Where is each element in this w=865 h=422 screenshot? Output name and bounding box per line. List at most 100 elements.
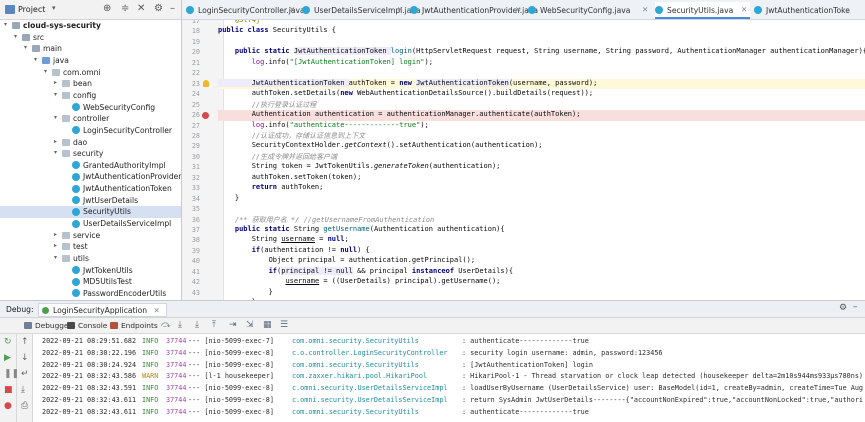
code-line[interactable]: authToken.setToken(token); bbox=[218, 173, 865, 184]
editor-tab[interactable]: WebSecurityConfig.java ✕ bbox=[528, 2, 651, 19]
editor-tab[interactable]: JwtAuthenticationToke bbox=[754, 2, 865, 19]
run-config-tab[interactable]: LoginSecurityApplication ✕ bbox=[38, 303, 167, 317]
tree-item[interactable]: JwtTokenUtils bbox=[0, 265, 181, 277]
tree-item[interactable]: LoginSecurityController bbox=[0, 125, 181, 137]
code-line[interactable]: log.info("authenticate-------------true"… bbox=[218, 121, 865, 132]
print-icon[interactable]: ⎙ bbox=[21, 401, 28, 411]
code-line[interactable]: Object principal = authentication.getPri… bbox=[218, 256, 865, 267]
minimize-icon[interactable]: – bbox=[170, 3, 175, 14]
stop-icon[interactable]: ■ bbox=[4, 385, 13, 395]
code-line[interactable]: Authentication authentication = authenti… bbox=[218, 110, 865, 121]
code-line[interactable]: String token = JwtTokenUtils.generateTok… bbox=[218, 162, 865, 173]
chevron-down-icon[interactable]: ▾ bbox=[54, 149, 57, 156]
code-line[interactable]: } bbox=[218, 194, 865, 205]
tree-item[interactable]: ▸ test bbox=[0, 241, 181, 253]
force-step-into-icon[interactable]: ⤓ bbox=[195, 320, 199, 330]
breakpoint-icon[interactable] bbox=[202, 112, 209, 120]
close-icon[interactable]: ✕ bbox=[642, 5, 648, 14]
tree-item[interactable]: ▾ config bbox=[0, 90, 181, 102]
editor-tab[interactable]: SecurityUtils.java ✕ bbox=[655, 2, 750, 19]
chevron-right-icon[interactable]: ▸ bbox=[54, 79, 57, 86]
debug-tool-tab[interactable]: Debugger bbox=[24, 321, 72, 330]
code-line[interactable]: /** 获取用户名 */ //getUsernameFromAuthentica… bbox=[218, 215, 865, 226]
gear-icon[interactable]: ⚙ bbox=[154, 3, 163, 14]
view-breakpoints-icon[interactable]: ● bbox=[4, 401, 12, 411]
debug-tool-tab[interactable]: Console bbox=[67, 321, 107, 330]
code-line[interactable]: return authToken; bbox=[218, 183, 865, 194]
up-arrow-icon[interactable]: ↑ bbox=[21, 337, 29, 347]
debug-tool-tab[interactable]: Endpoints bbox=[110, 321, 158, 330]
chevron-down-icon[interactable]: ▾ bbox=[4, 21, 7, 28]
scroll-to-end-icon[interactable]: ⤓ bbox=[21, 385, 25, 395]
code-line[interactable]: //生成令牌并返回给客户端 bbox=[218, 152, 865, 163]
close-icon[interactable]: ✕ bbox=[515, 5, 521, 14]
tree-item[interactable]: ▾ controller bbox=[0, 113, 181, 125]
chevron-down-icon[interactable]: ▾ bbox=[44, 68, 47, 75]
run-to-cursor-icon[interactable]: ⇲ bbox=[246, 320, 254, 330]
tree-item[interactable]: ▾ security bbox=[0, 148, 181, 160]
close-icon[interactable]: ✕ bbox=[397, 5, 403, 14]
tree-item[interactable]: WebSecurityConfig bbox=[0, 102, 181, 114]
tree-item[interactable]: ▾ java bbox=[0, 55, 181, 67]
code-line[interactable]: log.info("[JwtAuthenticationToken] login… bbox=[218, 58, 865, 69]
tree-item[interactable]: SecurityUtils bbox=[0, 206, 181, 219]
list-icon[interactable]: ☰ bbox=[280, 320, 288, 330]
close-icon[interactable]: ✕ bbox=[741, 5, 747, 14]
resume-icon[interactable]: ▶ bbox=[4, 353, 11, 363]
close-icon[interactable]: ✕ bbox=[154, 306, 160, 315]
code-line[interactable] bbox=[218, 37, 865, 48]
chevron-down-icon[interactable]: ▾ bbox=[14, 33, 17, 40]
collapse-all-icon[interactable]: ≑ bbox=[121, 3, 129, 14]
tree-item[interactable]: GrantedAuthorityImpl bbox=[0, 160, 181, 172]
chevron-down-icon[interactable]: ▾ bbox=[54, 254, 57, 261]
close-icon[interactable]: ✕ bbox=[137, 3, 145, 14]
chevron-down-icon[interactable]: ▾ bbox=[24, 44, 27, 51]
code-line[interactable] bbox=[218, 204, 865, 215]
tree-item[interactable]: ▾ src bbox=[0, 32, 181, 44]
tree-item[interactable]: ▾ com.omni bbox=[0, 67, 181, 79]
tree-item[interactable]: JwtAuthenticationProvider bbox=[0, 171, 181, 183]
tree-item[interactable]: ▸ dao bbox=[0, 137, 181, 149]
globe-icon[interactable]: ⊕ bbox=[103, 3, 111, 14]
code-line[interactable]: if(principal != null && principal instan… bbox=[218, 266, 865, 278]
tree-item[interactable]: ▾ main bbox=[0, 43, 181, 55]
code-editor[interactable]: 17 18 19 20 21 22 23 24 25 26 27 28 29 30 31 32 33 34 35 36… bbox=[182, 20, 865, 300]
chevron-down-icon[interactable]: ▾ bbox=[52, 4, 56, 12]
chevron-down-icon[interactable]: ▾ bbox=[54, 114, 57, 121]
console-output[interactable]: 2022-09-21 08:29:51.682 INFO 37744 --- [nio… bbox=[33, 334, 865, 422]
code-line[interactable]: //执行登录认证过程 bbox=[218, 100, 865, 111]
soft-wrap-icon[interactable]: ↵ bbox=[21, 369, 29, 379]
code-line[interactable]: public class SecurityUtils { bbox=[218, 26, 865, 37]
project-panel-title[interactable]: Project bbox=[18, 5, 45, 14]
gear-icon[interactable]: ⚙ bbox=[839, 303, 847, 313]
evaluate-icon[interactable]: ▦ bbox=[263, 320, 272, 330]
step-out-icon[interactable]: ⤒ bbox=[212, 320, 216, 330]
editor-tab[interactable]: UserDetailsServiceImpl.java ✕ bbox=[302, 2, 421, 19]
tree-item[interactable]: UserDetailsServiceImpl bbox=[0, 218, 181, 230]
code-line[interactable]: if(authentication != null) { bbox=[218, 246, 865, 257]
lightbulb-icon[interactable] bbox=[203, 80, 209, 88]
code-line[interactable]: username = ((UserDetails) principal).get… bbox=[218, 277, 865, 288]
tree-item[interactable]: ▾ utils bbox=[0, 253, 181, 265]
code-line[interactable]: String username = null; bbox=[218, 235, 865, 246]
code-line[interactable]: public static String getUsername(Authent… bbox=[218, 225, 865, 236]
down-arrow-icon[interactable]: ↓ bbox=[21, 353, 29, 363]
tree-item[interactable]: ▾ cloud-sys-security bbox=[0, 20, 181, 32]
code-line[interactable]: //认证成功，存储认证信息到上下文 bbox=[218, 131, 865, 142]
step-into-icon[interactable]: ⤓ bbox=[178, 320, 182, 330]
editor-tab[interactable]: LoginSecurityController.java ✕ bbox=[186, 2, 305, 19]
chevron-down-icon[interactable]: ▾ bbox=[54, 91, 57, 98]
code-line[interactable]: SecurityContextHolder.getContext().setAu… bbox=[218, 141, 865, 152]
code-line[interactable]: JwtAuthenticationToken authToken = new J… bbox=[218, 78, 865, 90]
code-line[interactable]: authToken.setDetails(new WebAuthenticati… bbox=[218, 89, 865, 100]
tree-item[interactable]: PasswordEncoderUtils bbox=[0, 288, 181, 300]
editor-tab[interactable]: JwtAuthenticationProvider.java ✕ bbox=[410, 2, 538, 19]
tree-item[interactable]: MD5UtilsTest bbox=[0, 276, 181, 288]
chevron-right-icon[interactable]: ▸ bbox=[54, 242, 57, 249]
code-line[interactable] bbox=[218, 68, 865, 79]
chevron-right-icon[interactable]: ▸ bbox=[54, 231, 57, 238]
drop-frame-icon[interactable]: ⇥ bbox=[229, 320, 237, 330]
close-icon[interactable]: ✕ bbox=[289, 5, 295, 14]
tree-item[interactable]: JwtUserDetails bbox=[0, 195, 181, 207]
rerun-icon[interactable]: ↻ bbox=[4, 337, 12, 347]
